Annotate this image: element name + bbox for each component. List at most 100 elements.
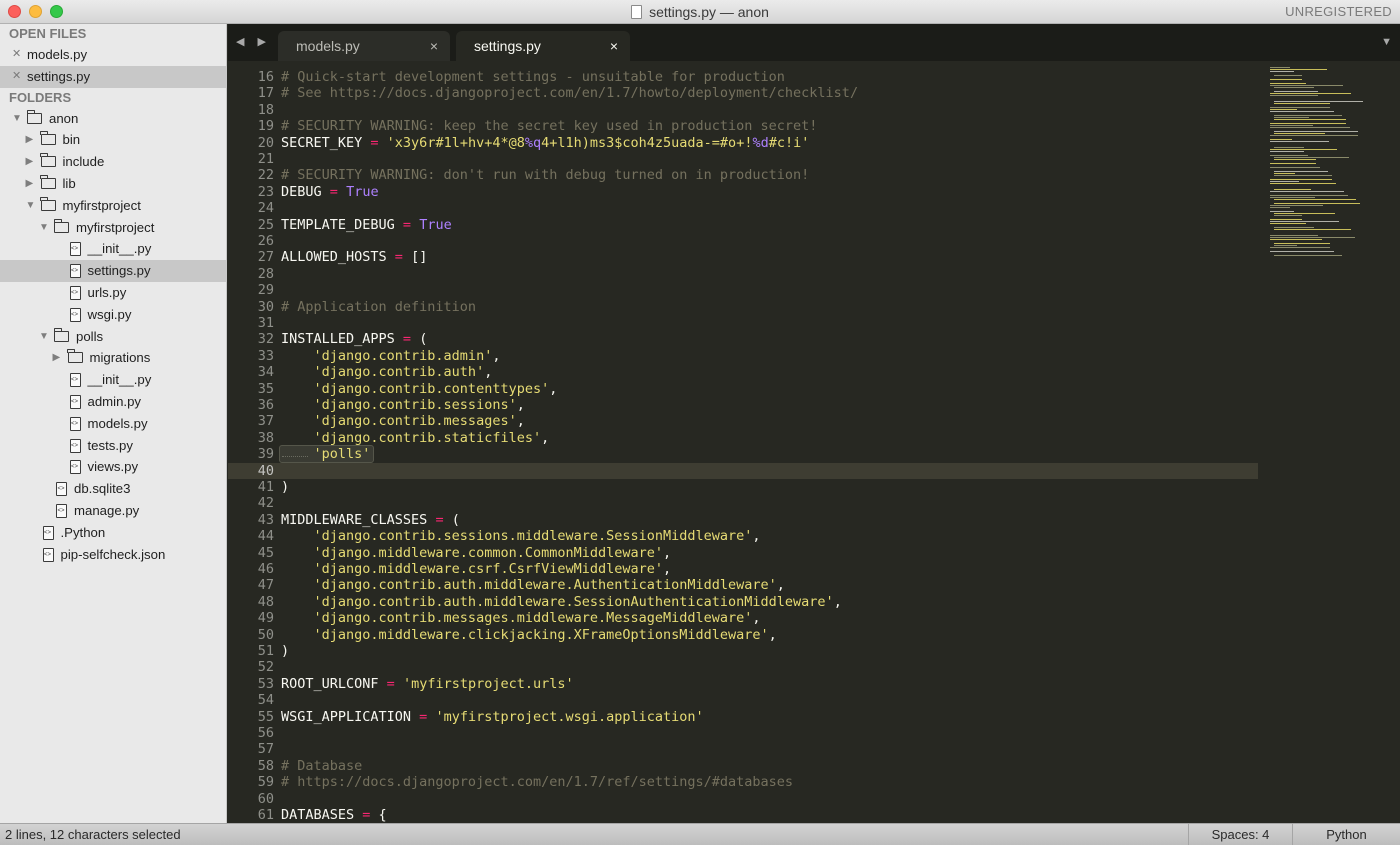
tab-models-py[interactable]: models.py × (278, 31, 450, 61)
code-line[interactable]: INSTALLED_APPS = ( (281, 331, 427, 347)
code-line[interactable]: ALLOWED_HOSTS = [] (281, 249, 427, 265)
file-icon (42, 547, 54, 562)
disclosure-expanded-icon[interactable]: ▼ (39, 326, 49, 348)
tree-file-item[interactable]: urls.py (0, 282, 226, 304)
tree-file-item[interactable]: __init__.py (0, 238, 226, 260)
code-line[interactable]: 'django.middleware.csrf.CsrfViewMiddlewa… (281, 561, 672, 577)
line-number: 32 (257, 331, 274, 348)
tree-folder-item[interactable]: ▶ include (0, 151, 226, 173)
open-file-item[interactable]: ✕ models.py (0, 44, 226, 66)
code-line[interactable]: # See https://docs.djangoproject.com/en/… (281, 85, 858, 101)
tree-folder-item[interactable]: ▶ migrations (0, 347, 226, 369)
close-file-icon[interactable]: ✕ (12, 66, 21, 88)
code-line[interactable]: ROOT_URLCONF = 'myfirstproject.urls' (281, 676, 574, 692)
code-token: 'django.middleware.common.CommonMiddlewa… (281, 544, 664, 561)
tree-folder-item[interactable]: ▼ anon (0, 108, 226, 130)
code-token: , (663, 561, 672, 577)
code-token: 'django.contrib.admin' (281, 347, 493, 364)
disclosure-collapsed-icon[interactable]: ▶ (53, 347, 61, 369)
minimap-line (1274, 229, 1351, 231)
code-line[interactable]: 'django.contrib.auth.middleware.Authenti… (281, 577, 785, 593)
code-line[interactable]: 'polls' (281, 446, 371, 463)
code-line[interactable]: DATABASES = { (281, 807, 387, 823)
tree-file-item[interactable]: admin.py (0, 391, 226, 413)
tree-folder-item[interactable]: ▼ myfirstproject (0, 195, 226, 217)
code-line[interactable]: 'django.contrib.contenttypes', (281, 381, 558, 397)
code-line[interactable]: 'django.contrib.sessions.middleware.Sess… (281, 528, 761, 544)
syntax-selector[interactable]: Python (1292, 824, 1400, 845)
code-line[interactable]: ) (281, 643, 289, 659)
code-line[interactable]: ) (281, 479, 289, 495)
code-line[interactable]: # SECURITY WARNING: don't run with debug… (281, 167, 809, 183)
minimap-line (1270, 223, 1306, 225)
tab-nav-arrows[interactable]: ◀ ▶ (236, 24, 271, 61)
file-icon (69, 285, 81, 300)
tree-file-item[interactable]: models.py (0, 413, 226, 435)
code-token: 'x3y6r#1l+hv+4*@8 (378, 134, 525, 151)
code-editor[interactable]: 16 17 18 19 20 21 22 23 24 25 26 27 28 29 30 31 32 33 34 35… (228, 61, 1400, 823)
code-line[interactable]: 'django.contrib.messages', (281, 413, 525, 429)
code-line[interactable]: 'django.contrib.auth', (281, 364, 493, 380)
tree-file-item[interactable]: db.sqlite3 (0, 478, 226, 500)
code-line[interactable]: DEBUG = True (281, 184, 379, 200)
code-line[interactable]: 'django.contrib.auth.middleware.SessionA… (281, 594, 842, 610)
tree-file-item[interactable]: settings.py (0, 260, 226, 282)
disclosure-collapsed-icon[interactable]: ▶ (26, 151, 34, 173)
open-file-label: settings.py (27, 68, 91, 84)
code-token: 'django.contrib.auth.middleware.SessionA… (281, 593, 834, 610)
disclosure-expanded-icon[interactable]: ▼ (12, 108, 22, 130)
disclosure-expanded-icon[interactable]: ▼ (39, 217, 49, 239)
line-number: 52 (257, 659, 274, 676)
file-icon (69, 264, 81, 279)
disclosure-collapsed-icon[interactable]: ▶ (26, 129, 34, 151)
code-line[interactable]: # Database (281, 758, 362, 774)
tree-file-item[interactable]: __init__.py (0, 369, 226, 391)
code-line[interactable]: # Quick-start development settings - uns… (281, 69, 785, 85)
close-tab-icon[interactable]: × (430, 31, 438, 61)
code-line[interactable]: WSGI_APPLICATION = 'myfirstproject.wsgi.… (281, 709, 704, 725)
file-icon (56, 482, 67, 497)
code-line[interactable]: 'django.contrib.sessions', (281, 397, 525, 413)
line-number: 58 (257, 757, 274, 774)
tree-file-item[interactable]: manage.py (0, 500, 226, 522)
tree-file-item[interactable]: wsgi.py (0, 304, 226, 326)
tree-folder-item[interactable]: ▶ lib (0, 173, 226, 195)
minimap-line (1270, 71, 1294, 73)
code-token: # Application definition (281, 298, 477, 315)
tree-file-item[interactable]: .Python (0, 522, 226, 544)
tree-file-item[interactable]: pip-selfcheck.json (0, 544, 226, 566)
tree-folder-item[interactable]: ▶ bin (0, 129, 226, 151)
code-line[interactable]: TEMPLATE_DEBUG = True (281, 217, 452, 233)
tree-file-item[interactable]: tests.py (0, 435, 226, 457)
code-line[interactable]: # SECURITY WARNING: keep the secret key … (281, 118, 817, 134)
code-token: 'polls' (281, 446, 371, 463)
code-line[interactable]: 'django.middleware.clickjacking.XFrameOp… (281, 627, 777, 643)
close-file-icon[interactable]: ✕ (12, 44, 21, 66)
tab-list-dropdown-icon[interactable]: ▼ (1381, 24, 1392, 61)
code-line[interactable]: 'django.contrib.messages.middleware.Mess… (281, 610, 761, 626)
minimap[interactable] (1260, 61, 1400, 823)
tab-settings-py[interactable]: settings.py × (456, 31, 630, 61)
code-token: , (516, 397, 525, 413)
code-line[interactable]: 'django.contrib.admin', (281, 347, 501, 364)
code-line[interactable]: # https://docs.djangoproject.com/en/1.7/… (281, 774, 793, 790)
tree-folder-item[interactable]: ▼ polls (0, 326, 226, 348)
disclosure-collapsed-icon[interactable]: ▶ (26, 173, 34, 195)
disclosure-expanded-icon[interactable]: ▼ (26, 195, 36, 217)
code-token: ROOT_URLCONF (281, 675, 387, 692)
code-line[interactable]: # Application definition (281, 299, 476, 315)
close-tab-icon[interactable]: × (610, 31, 618, 61)
minimap-line (1274, 103, 1330, 105)
code-line[interactable]: MIDDLEWARE_CLASSES = ( (281, 512, 460, 528)
indentation-selector[interactable]: Spaces: 4 (1188, 824, 1292, 845)
open-file-item[interactable]: ✕ settings.py (0, 65, 226, 88)
code-line[interactable]: 'django.middleware.common.CommonMiddlewa… (281, 544, 672, 561)
code-line[interactable]: SECRET_KEY = 'x3y6r#1l+hv+4*@8%q4+l1h)ms… (281, 135, 809, 151)
code-line[interactable]: 'django.contrib.staticfiles', (281, 430, 550, 446)
code-token: = (386, 675, 395, 692)
minimap-line (1270, 251, 1334, 253)
tree-file-item[interactable]: views.py (0, 456, 226, 478)
tree-folder-item[interactable]: ▼ myfirstproject (0, 217, 226, 239)
line-number: 51 (257, 643, 274, 659)
minimap-line (1274, 255, 1342, 257)
